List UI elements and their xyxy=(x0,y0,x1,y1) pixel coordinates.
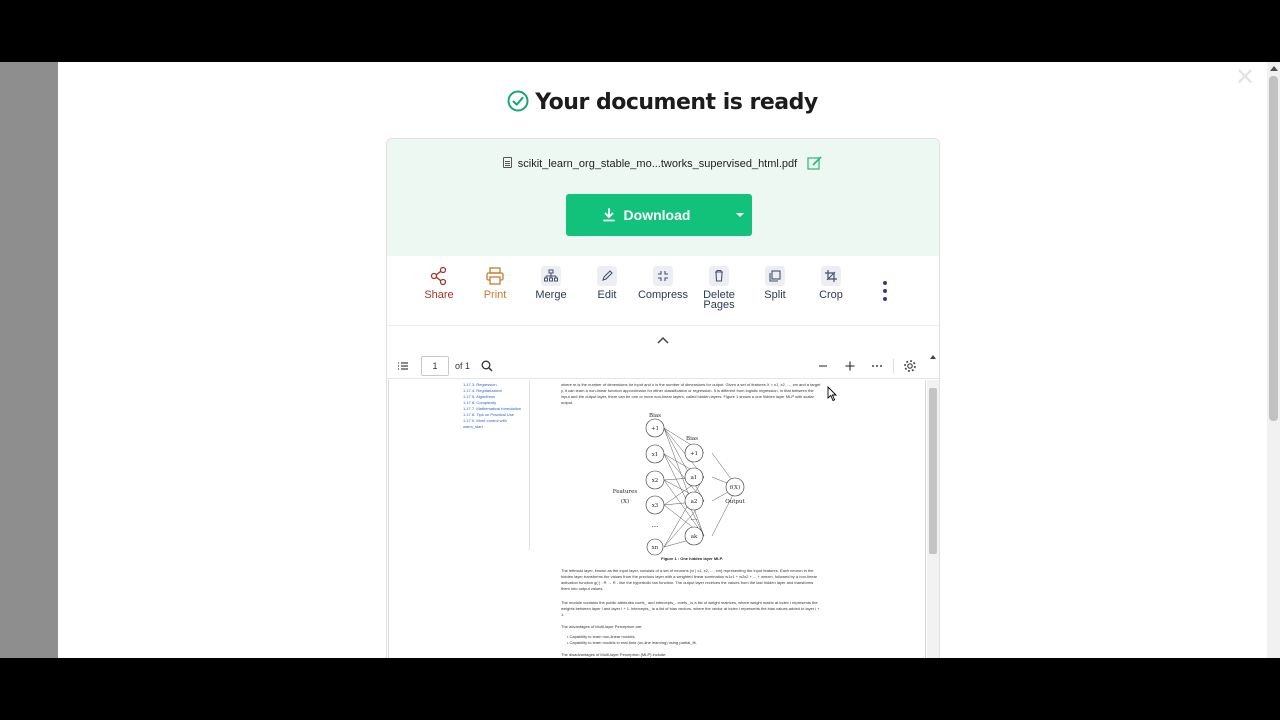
download-button[interactable]: Download xyxy=(566,194,752,236)
hidden-neuron-label: +1 xyxy=(690,451,698,457)
split-icon xyxy=(765,266,785,286)
page-title-text: Your document is ready xyxy=(535,90,818,115)
card-header: scikit_learn_org_stable_mo...tworks_supe… xyxy=(387,139,939,256)
file-name-row: scikit_learn_org_stable_mo...tworks_supe… xyxy=(387,156,939,170)
paragraph: The disadvantages of Multi-layer Percept… xyxy=(561,652,667,657)
input-neuron-label: xn xyxy=(652,545,659,551)
mlp-diagram: Bias Bias +1 x1 x2 x3 xn +1 a1 a2 ak f(X… xyxy=(613,413,746,556)
chevron-down-icon[interactable] xyxy=(736,213,744,217)
toc-item[interactable]: warm_start xyxy=(463,424,529,430)
page-scrollbar[interactable] xyxy=(1267,62,1280,658)
print-label: Print xyxy=(483,289,507,301)
scrollbar-thumb[interactable] xyxy=(1269,76,1278,421)
chevron-up-icon[interactable] xyxy=(655,335,671,345)
pdf-viewer: 1 of 1 1.17.3. Regression 1.17.4. Regula… xyxy=(387,353,939,658)
more-options-icon[interactable] xyxy=(882,281,888,303)
input-neuron-label: +1 xyxy=(651,426,659,432)
intro-paragraph: where m is the number of dimensions for … xyxy=(561,382,821,405)
tool-divider xyxy=(387,325,939,326)
edit-button[interactable]: Edit xyxy=(579,266,635,301)
hidden-neuron-label: ak xyxy=(691,534,698,540)
result-modal: ✕ Your document is ready scikit_learn_or… xyxy=(58,62,1267,658)
file-icon xyxy=(502,157,512,168)
outline-icon[interactable] xyxy=(395,358,411,374)
pencil-icon xyxy=(597,266,617,286)
bullet-text: Capability to learn models in real-time … xyxy=(569,640,697,645)
tool-row: Share Print Merge Edit Compress Delete P… xyxy=(387,266,939,326)
output-fx-label: f(X) xyxy=(730,484,740,491)
ellipsis-icon[interactable] xyxy=(869,358,885,374)
page-count: of 1 xyxy=(455,361,471,371)
compress-button[interactable]: Compress xyxy=(635,266,691,301)
features-x-label: (X) xyxy=(621,498,629,505)
figure-caption: Figure 1 : One hidden layer MLP. xyxy=(661,556,723,561)
download-main[interactable]: Download xyxy=(566,194,726,236)
crop-icon xyxy=(821,266,841,286)
ellipsis-label: ... xyxy=(652,521,659,529)
output-label: Output xyxy=(725,499,745,505)
merge-button[interactable]: Merge xyxy=(523,266,579,301)
share-button[interactable]: Share xyxy=(411,266,467,301)
printer-icon xyxy=(486,267,504,285)
scrollbar-thumb[interactable] xyxy=(929,388,937,554)
gear-icon[interactable] xyxy=(902,358,918,374)
print-button[interactable]: Print xyxy=(467,266,523,301)
page-number-input[interactable]: 1 xyxy=(421,356,449,376)
scroll-up-arrow[interactable] xyxy=(930,355,936,359)
zoom-in-icon[interactable] xyxy=(842,358,858,374)
close-icon[interactable]: ✕ xyxy=(1233,66,1257,90)
paragraph: The module contains the public attribute… xyxy=(561,600,820,617)
bias-label: Bias xyxy=(649,413,661,419)
viewer-toolbar: 1 of 1 xyxy=(387,353,939,379)
ellipsis-label: ... xyxy=(691,514,698,522)
check-circle-icon xyxy=(507,90,529,112)
download-icon xyxy=(602,208,615,222)
file-name: scikit_learn_org_stable_mo...tworks_supe… xyxy=(517,158,798,170)
paragraph: The advantages of Multi-layer Perceptron… xyxy=(561,624,643,629)
mouse-cursor-icon xyxy=(827,386,837,402)
input-neuron-label: x2 xyxy=(652,478,659,484)
merge-label: Merge xyxy=(535,289,567,301)
hidden-neuron-label: a1 xyxy=(691,475,698,481)
delete-pages-label: Delete Pages xyxy=(703,289,735,311)
bullet-text: Capability to learn non-linear models. xyxy=(569,634,636,639)
edit-label: Edit xyxy=(597,289,617,301)
compress-icon xyxy=(653,266,673,286)
toc-list: 1.17.3. Regression 1.17.4. Regularizatio… xyxy=(463,382,529,430)
features-label: Features xyxy=(613,489,638,495)
paragraph: The leftmost layer, known as the input l… xyxy=(561,568,818,591)
page-title: Your document is ready xyxy=(58,90,1267,115)
delete-pages-button[interactable]: Delete Pages xyxy=(691,266,747,311)
input-neuron-label: x1 xyxy=(652,452,659,458)
viewer-scrollbar[interactable] xyxy=(927,355,939,658)
toc-divider xyxy=(529,380,530,550)
download-label: Download xyxy=(623,207,691,223)
split-label: Split xyxy=(764,289,786,301)
merge-icon xyxy=(541,266,561,286)
input-neuron-label: x3 xyxy=(652,503,659,509)
share-label: Share xyxy=(424,289,454,301)
toolbar-separator xyxy=(893,359,894,373)
crop-label: Crop xyxy=(819,289,843,301)
scroll-up-arrow[interactable] xyxy=(1270,66,1278,71)
compress-label: Compress xyxy=(637,289,689,301)
search-icon[interactable] xyxy=(479,358,495,374)
crop-button[interactable]: Crop xyxy=(803,266,859,301)
screen-backdrop: ✕ Your document is ready scikit_learn_or… xyxy=(0,62,1280,658)
bias-label: Bias xyxy=(686,436,698,442)
trash-icon xyxy=(709,266,729,286)
split-button[interactable]: Split xyxy=(747,266,803,301)
hidden-neuron-label: a2 xyxy=(691,499,698,505)
share-icon xyxy=(430,266,447,286)
zoom-out-icon[interactable] xyxy=(815,358,831,374)
bullet-item: • Capability to learn models in real-tim… xyxy=(567,640,697,645)
document-card: scikit_learn_org_stable_mo...tworks_supe… xyxy=(386,138,940,658)
pdf-page[interactable]: 1.17.3. Regression 1.17.4. Regularizatio… xyxy=(388,380,926,658)
rename-icon[interactable] xyxy=(807,156,823,170)
